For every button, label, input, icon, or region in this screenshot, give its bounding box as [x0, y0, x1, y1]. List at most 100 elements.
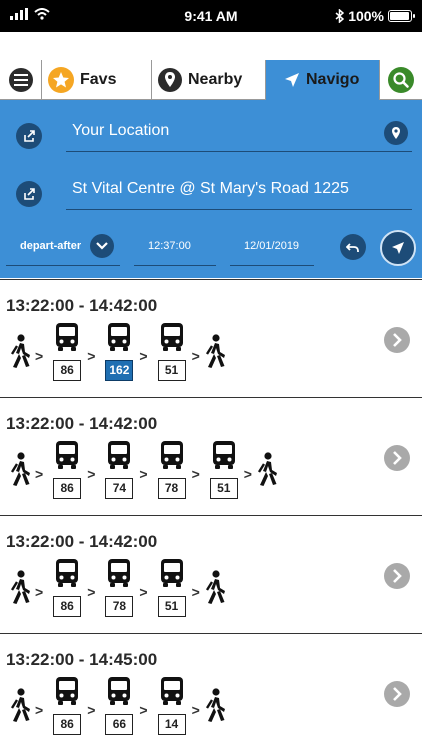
- destination-share-button[interactable]: [16, 181, 42, 207]
- bus-icon: [54, 558, 80, 593]
- trip-row[interactable]: 13:22:00 - 14:45:00 >86 >66 >14 >: [0, 633, 422, 750]
- route-number: 51: [209, 478, 238, 499]
- bus-leg: 74: [104, 440, 134, 499]
- trip-legs: >86 >78 >51 >: [8, 558, 227, 618]
- origin-share-button[interactable]: [16, 123, 42, 149]
- bus-icon: [54, 322, 80, 357]
- search-icon: [388, 66, 414, 93]
- trip-legs: >86 >74 >78 >51 >: [8, 440, 279, 500]
- bus-icon: [106, 676, 132, 711]
- depart-mode-dropdown-button[interactable]: [90, 234, 114, 258]
- menu-button[interactable]: [0, 60, 42, 100]
- trip-time: 13:22:00 - 14:42:00: [6, 532, 158, 551]
- leg-separator: >: [243, 466, 252, 482]
- leg-separator: >: [87, 584, 96, 600]
- leg-separator: >: [87, 466, 96, 482]
- time-field[interactable]: 12:37:00: [134, 234, 216, 266]
- chevron-right-icon: [393, 569, 402, 583]
- battery-percent: 100%: [348, 8, 384, 24]
- battery-fill: [390, 12, 409, 20]
- bus-leg: 86: [52, 558, 82, 617]
- trip-time: 13:22:00 - 14:42:00: [6, 414, 158, 433]
- route-number: 66: [105, 714, 134, 735]
- walk-icon: [8, 676, 32, 729]
- walk-icon: [203, 676, 227, 729]
- destination-row: St Vital Centre @ St Mary's Road 1225: [0, 170, 422, 218]
- trip-time: 13:22:00 - 14:45:00: [6, 650, 158, 669]
- route-number: 74: [105, 478, 134, 499]
- chevron-right-icon: [393, 451, 402, 465]
- bluetooth-icon: [335, 9, 345, 23]
- leg-separator: >: [87, 348, 96, 364]
- leg-separator: >: [87, 702, 96, 718]
- bus-icon: [159, 558, 185, 593]
- leg-separator: >: [35, 348, 44, 364]
- route-number: 78: [105, 596, 134, 617]
- bus-leg: 162: [104, 322, 134, 381]
- tab-navigo[interactable]: Navigo: [266, 60, 380, 100]
- menu-icon: [8, 67, 33, 92]
- origin-location-button[interactable]: [384, 121, 408, 145]
- bus-icon: [106, 322, 132, 357]
- leg-separator: >: [139, 702, 148, 718]
- chevron-right-icon: [393, 333, 402, 347]
- route-number: 14: [157, 714, 186, 735]
- route-number: 51: [157, 596, 186, 617]
- trip-row[interactable]: 13:22:00 - 14:42:00 >86 >74 >78 >51 >: [0, 397, 422, 515]
- tab-navigo-label: Navigo: [306, 71, 360, 88]
- tab-favs[interactable]: Favs: [42, 60, 152, 100]
- leg-separator: >: [35, 466, 44, 482]
- bus-leg: 51: [209, 440, 239, 499]
- destination-field[interactable]: St Vital Centre @ St Mary's Road 1225: [66, 170, 412, 210]
- bus-icon: [159, 440, 185, 475]
- trip-legs: >86 >162 >51 >: [8, 322, 227, 382]
- walk-icon: [203, 322, 227, 375]
- leg-separator: >: [35, 584, 44, 600]
- share-icon: [24, 188, 35, 200]
- trip-details-button[interactable]: [384, 327, 410, 353]
- bus-leg: 14: [157, 676, 187, 735]
- map-pin-icon: [158, 67, 182, 92]
- route-number: 86: [53, 478, 82, 499]
- origin-field[interactable]: Your Location: [66, 112, 412, 152]
- map-pin-icon: [392, 127, 400, 139]
- trip-details-button[interactable]: [384, 681, 410, 707]
- bus-icon: [159, 676, 185, 711]
- bus-icon: [211, 440, 237, 475]
- bus-icon: [54, 676, 80, 711]
- leg-separator: >: [139, 348, 148, 364]
- navigation-arrow-icon: [285, 73, 299, 87]
- chevron-down-icon: [96, 242, 108, 250]
- bus-leg: 51: [157, 558, 187, 617]
- bus-leg: 66: [104, 676, 134, 735]
- chevron-right-icon: [393, 687, 402, 701]
- trip-results-list: 13:22:00 - 14:42:00 >86 >162 >51 >13:22:00 -…: [0, 279, 422, 750]
- plan-trip-button[interactable]: [380, 230, 416, 266]
- leg-separator: >: [191, 584, 200, 600]
- trip-details-button[interactable]: [384, 445, 410, 471]
- tab-favs-label: Favs: [80, 70, 117, 88]
- share-icon: [24, 130, 35, 142]
- walk-icon: [8, 322, 32, 375]
- status-right: 100%: [335, 8, 415, 24]
- bus-leg: 51: [157, 322, 187, 381]
- reset-button[interactable]: [340, 234, 366, 260]
- bus-leg: 86: [52, 322, 82, 381]
- route-number: 86: [53, 714, 82, 735]
- trip-row[interactable]: 13:22:00 - 14:42:00 >86 >78 >51 >: [0, 515, 422, 633]
- leg-separator: >: [139, 466, 148, 482]
- search-button[interactable]: [380, 60, 422, 100]
- leg-separator: >: [191, 348, 200, 364]
- route-number: 78: [157, 478, 186, 499]
- walk-icon: [203, 558, 227, 611]
- undo-icon: [346, 243, 359, 252]
- bus-leg: 78: [157, 440, 187, 499]
- trip-row[interactable]: 13:22:00 - 14:42:00 >86 >162 >51 >: [0, 279, 422, 397]
- date-field[interactable]: 12/01/2019: [230, 234, 314, 266]
- tab-nearby-label: Nearby: [188, 70, 243, 88]
- bus-leg: 86: [52, 676, 82, 735]
- leg-separator: >: [191, 466, 200, 482]
- tab-nearby[interactable]: Nearby: [152, 60, 266, 100]
- trip-details-button[interactable]: [384, 563, 410, 589]
- tab-bar: Favs Nearby Navigo: [0, 60, 422, 100]
